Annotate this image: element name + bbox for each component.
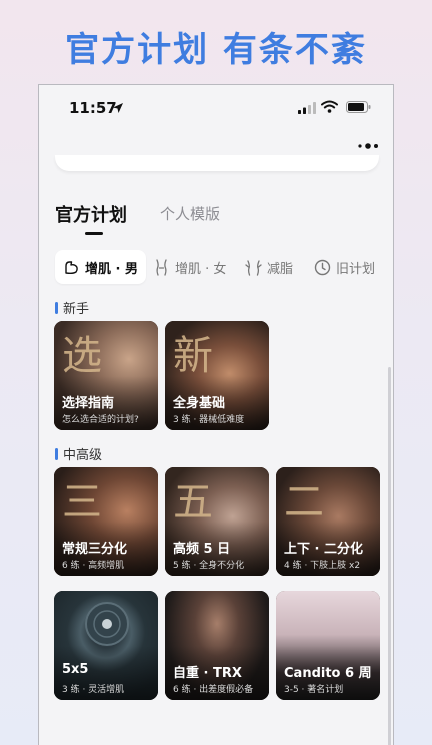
status-bar: 11:57 — [39, 85, 393, 131]
card-subtitle: 5 练 · 全身不分化 — [173, 561, 245, 571]
more-options-icon[interactable] — [357, 141, 381, 151]
chip-fat-loss[interactable]: 减脂 — [245, 250, 293, 284]
card-subtitle: 3-5 · 著名计划 — [284, 685, 344, 695]
slim-body-icon — [245, 259, 262, 276]
status-time: 11:57 — [69, 99, 117, 117]
chip-label: 旧计划 — [336, 261, 376, 277]
plan-card-5x5[interactable]: 5x5 3 练 · 灵活增肌 — [54, 591, 158, 700]
chip-label: 增肌 · 女 — [175, 261, 227, 277]
card-title: 常规三分化 — [62, 542, 128, 557]
section-title: 中高级 — [63, 448, 103, 463]
card-big-character: 三 — [62, 479, 102, 525]
card-subtitle: 4 练 · 下肢上肢 x2 — [284, 561, 361, 571]
chip-label: 减脂 — [267, 261, 294, 277]
scrollbar-thumb[interactable] — [388, 367, 391, 745]
female-body-icon — [156, 258, 167, 276]
plan-card-guide[interactable]: 选 选择指南 怎么选合适的计划? — [54, 321, 158, 430]
card-subtitle: 6 练 · 高频增肌 — [62, 561, 125, 571]
card-subtitle: 怎么选合适的计划? — [62, 415, 139, 425]
card-big-character: 新 — [173, 333, 213, 379]
active-tab-indicator — [85, 232, 103, 235]
cellular-signal-icon — [298, 102, 316, 114]
card-title: 高频 5 日 — [173, 542, 231, 557]
plan-card-fullbody[interactable]: 新 全身基础 3 练 · 器械低难度 — [165, 321, 269, 430]
card-big-character: 选 — [62, 333, 102, 379]
promo-banner-title: 官方计划 有条不紊 — [65, 30, 367, 70]
card-subtitle: 6 练 · 出差度假必备 — [173, 685, 254, 695]
chip-old-plans[interactable]: 旧计划 — [314, 250, 375, 284]
plan-card-five-day[interactable]: 五 高频 5 日 5 练 · 全身不分化 — [165, 467, 269, 576]
battery-icon — [346, 101, 371, 113]
plan-card-candito[interactable]: Candito 6 周 3-5 · 著名计划 — [276, 591, 380, 700]
section-marker — [55, 301, 58, 314]
wifi-icon — [321, 100, 338, 113]
tab-official-plans[interactable]: 官方计划 — [55, 201, 127, 227]
card-title: 全身基础 — [173, 396, 226, 411]
card-big-character: 二 — [284, 479, 324, 525]
clock-icon — [314, 259, 331, 275]
section-title: 新手 — [63, 302, 90, 317]
chip-muscle-male[interactable]: 增肌 · 男 — [55, 250, 146, 284]
section-marker — [55, 447, 58, 460]
card-title: 上下 · 二分化 — [284, 542, 363, 557]
card-title: 自重 · TRX — [173, 666, 242, 681]
card-subtitle: 3 练 · 器械低难度 — [173, 415, 245, 425]
plan-card-bodyweight-trx[interactable]: 自重 · TRX 6 练 · 出差度假必备 — [165, 591, 269, 700]
top-card-edge — [55, 155, 379, 171]
muscle-arm-icon — [65, 260, 78, 274]
chip-muscle-female[interactable]: 增肌 · 女 — [153, 250, 226, 284]
plan-card-three-split[interactable]: 三 常规三分化 6 练 · 高频增肌 — [54, 467, 158, 576]
section-header-advanced: 中高级 — [55, 444, 102, 463]
weight-plate-icon — [85, 602, 129, 646]
card-subtitle: 3 练 · 灵活增肌 — [62, 685, 125, 695]
tab-personal-templates[interactable]: 个人模版 — [160, 203, 220, 224]
location-arrow-icon — [113, 103, 123, 113]
card-big-character: 五 — [173, 479, 213, 525]
card-title: Candito 6 周 — [284, 666, 372, 681]
phone-screen: 11:57 官方计划 个人模版 增肌 · 男 增肌 · 女 减脂 旧计划 新手 … — [38, 84, 394, 745]
plan-card-upper-lower[interactable]: 二 上下 · 二分化 4 练 · 下肢上肢 x2 — [276, 467, 380, 576]
section-header-beginner: 新手 — [55, 298, 89, 317]
category-filter: 增肌 · 男 增肌 · 女 减脂 旧计划 — [55, 250, 385, 284]
card-title: 5x5 — [62, 662, 89, 677]
card-title: 选择指南 — [62, 396, 115, 411]
chip-label: 增肌 · 男 — [85, 261, 138, 277]
